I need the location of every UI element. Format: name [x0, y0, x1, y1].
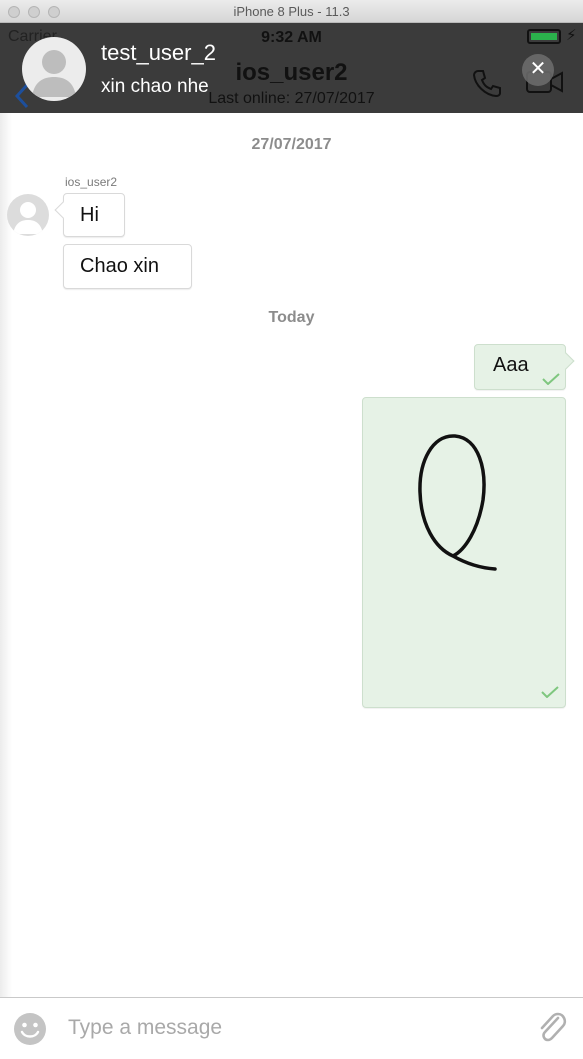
message-text: Aaa	[493, 354, 529, 376]
paperclip-icon	[540, 1012, 567, 1042]
message-text: Chao xin	[80, 255, 159, 277]
close-icon: ✕	[529, 58, 547, 80]
notification-title: test_user_2	[101, 40, 216, 65]
message-list[interactable]: 27/07/2017 ios_user2 Hi Chao xin Today A…	[0, 113, 583, 997]
call-button[interactable]	[472, 68, 502, 103]
battery-icon	[527, 29, 561, 44]
phone-icon	[472, 70, 501, 98]
message-input[interactable]	[60, 1008, 520, 1048]
avatar[interactable]	[7, 194, 49, 236]
incoming-message[interactable]: Chao xin	[63, 244, 192, 289]
outgoing-message[interactable]: Aaa	[474, 344, 575, 390]
message-text: Hi	[80, 204, 99, 226]
simulator-titlebar: iPhone 8 Plus - 11.3	[0, 0, 583, 23]
sent-check-icon	[541, 686, 559, 698]
attach-button[interactable]	[536, 1010, 568, 1046]
user-placeholder-icon	[13, 202, 43, 234]
message-composer	[0, 997, 583, 1059]
simulator-title: iPhone 8 Plus - 11.3	[233, 4, 350, 19]
sender-name: ios_user2	[65, 175, 118, 189]
user-placeholder-icon	[32, 50, 76, 97]
notification-body: xin chao nhe	[101, 76, 209, 97]
sent-check-icon	[542, 373, 560, 385]
chat-header: Carrier 9:32 AM ⚡ ios_user2 Last online:…	[0, 23, 583, 113]
emoji-icon	[14, 1013, 46, 1045]
status-time: 9:32 AM	[261, 29, 322, 46]
notification-close-button[interactable]: ✕	[522, 54, 554, 86]
date-separator: Today	[268, 309, 315, 326]
date-separator: 27/07/2017	[251, 136, 332, 153]
notification-avatar	[22, 37, 86, 101]
handwriting-sketch	[418, 434, 497, 571]
outgoing-drawing-message[interactable]	[362, 397, 566, 708]
charging-icon: ⚡	[566, 27, 577, 44]
incoming-message[interactable]: Hi	[54, 193, 125, 237]
emoji-button[interactable]	[13, 1012, 47, 1046]
